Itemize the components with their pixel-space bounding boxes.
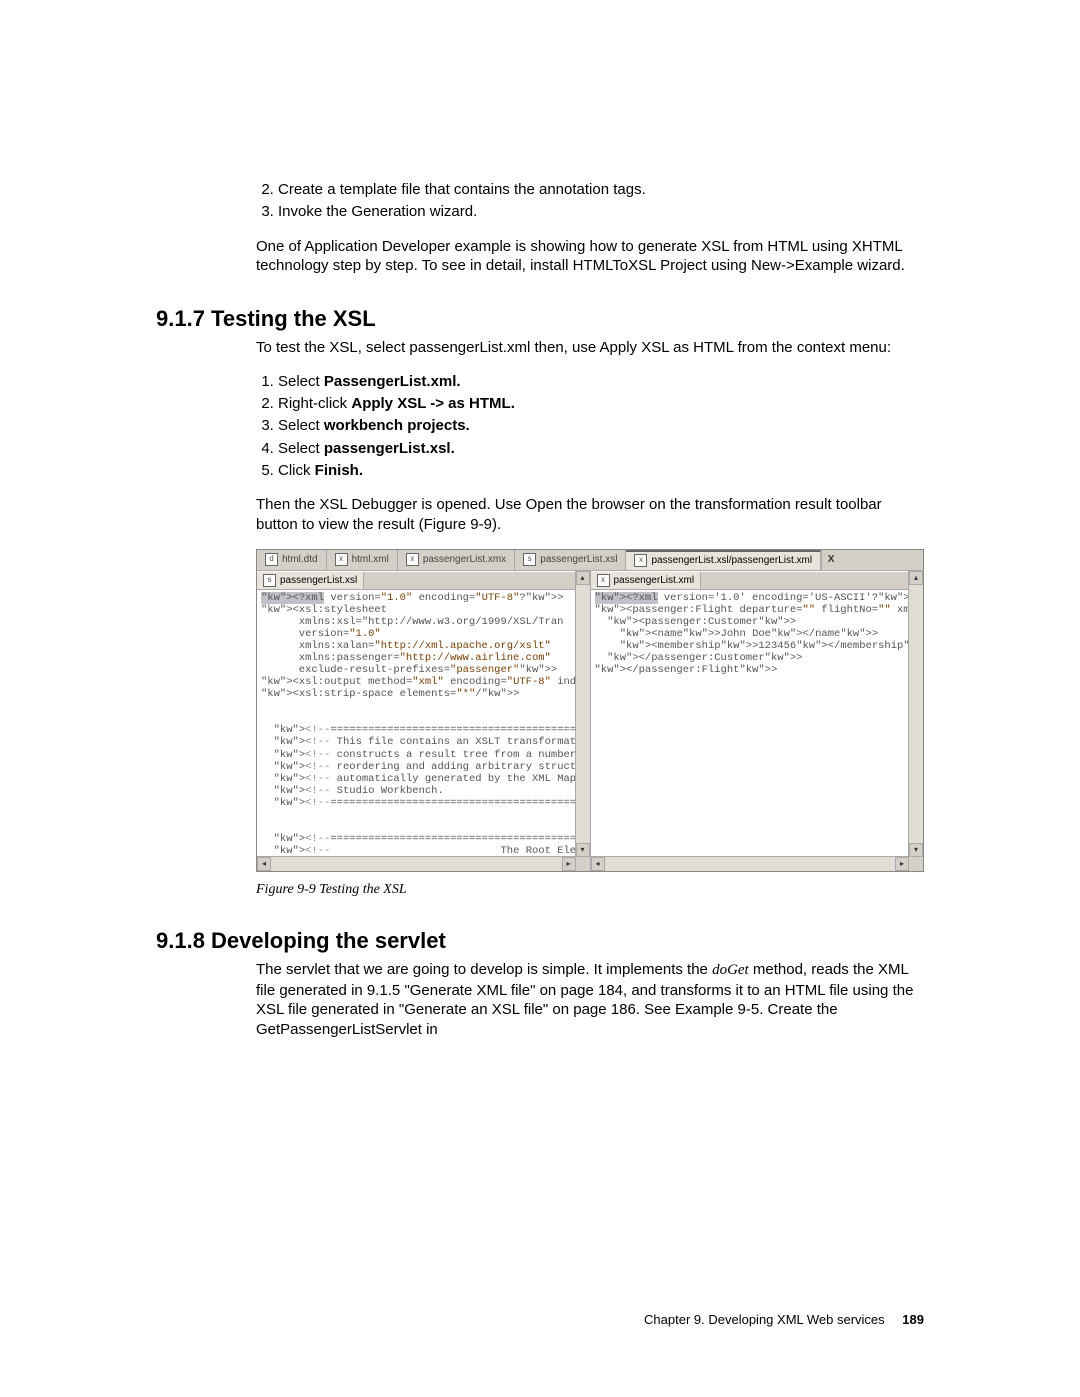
scroll-right-icon[interactable]: ▸: [562, 857, 576, 871]
scroll-down-icon[interactable]: ▾: [576, 843, 590, 857]
tab-passengerlist-xsl[interactable]: spassengerList.xsl: [515, 550, 626, 570]
section-heading-918: 9.1.8 Developing the servlet: [156, 928, 924, 954]
figure-caption: Figure 9-9 Testing the XSL: [256, 882, 924, 898]
right-pane: xpassengerList.xml "kw"><?xml version='1…: [591, 571, 924, 871]
vertical-scrollbar[interactable]: ▴ ▾: [908, 571, 923, 857]
scroll-right-icon[interactable]: ▸: [895, 857, 909, 871]
tab-debug-session[interactable]: xpassengerList.xsl/passengerList.xml: [626, 550, 821, 570]
vertical-scrollbar[interactable]: ▴ ▾: [575, 571, 590, 857]
list-item: Create a template file that contains the…: [278, 180, 924, 200]
file-icon: d: [265, 553, 278, 566]
file-icon: x: [634, 554, 647, 567]
file-icon: x: [406, 553, 419, 566]
scroll-left-icon[interactable]: ◂: [257, 857, 271, 871]
scroll-up-icon[interactable]: ▴: [909, 571, 923, 585]
section-heading-917: 9.1.7 Testing the XSL: [156, 306, 924, 332]
pane-tab-xml[interactable]: xpassengerList.xml: [591, 572, 702, 589]
s918-p1: The servlet that we are going to develop…: [256, 960, 924, 1040]
horizontal-scrollbar[interactable]: ◂ ▸: [591, 856, 910, 871]
s917-steps: Select PassengerList.xml. Right-click Ap…: [256, 372, 924, 481]
scroll-left-icon[interactable]: ◂: [591, 857, 605, 871]
list-item: Select PassengerList.xml.: [278, 372, 924, 392]
page-footer: Chapter 9. Developing XML Web services 1…: [644, 1312, 924, 1327]
s917-intro: To test the XSL, select passengerList.xm…: [256, 338, 924, 358]
file-icon: s: [263, 574, 276, 587]
list-item: Right-click Apply XSL -> as HTML.: [278, 394, 924, 414]
s917-p2: Then the XSL Debugger is opened. Use Ope…: [256, 495, 924, 535]
file-icon: x: [597, 574, 610, 587]
xsl-debugger-window: dhtml.dtd xhtml.xml xpassengerList.xmx s…: [256, 549, 924, 872]
pane-tab-xsl[interactable]: spassengerList.xsl: [257, 572, 364, 589]
file-icon: s: [523, 553, 536, 566]
chapter-label: Chapter 9. Developing XML Web services: [644, 1312, 885, 1327]
intro-paragraph: One of Application Developer example is …: [256, 237, 924, 277]
file-icon: x: [335, 553, 348, 566]
scroll-corner: [575, 856, 590, 871]
list-item: Select passengerList.xsl.: [278, 439, 924, 459]
xsl-source[interactable]: "kw"><?xml version="1.0" encoding="UTF-8…: [257, 590, 590, 871]
list-item: Select workbench projects.: [278, 416, 924, 436]
tab-passengerlist-xmx[interactable]: xpassengerList.xmx: [398, 550, 515, 570]
page-number: 189: [902, 1312, 924, 1327]
scroll-up-icon[interactable]: ▴: [576, 571, 590, 585]
intro-continued-list: Create a template file that contains the…: [256, 180, 924, 223]
scroll-corner: [908, 856, 923, 871]
figure-9-9: dhtml.dtd xhtml.xml xpassengerList.xmx s…: [256, 549, 924, 898]
scroll-down-icon[interactable]: ▾: [909, 843, 923, 857]
list-item: Invoke the Generation wizard.: [278, 202, 924, 222]
editor-tabs: dhtml.dtd xhtml.xml xpassengerList.xmx s…: [257, 550, 923, 571]
close-tab-button[interactable]: X: [821, 550, 840, 570]
horizontal-scrollbar[interactable]: ◂ ▸: [257, 856, 576, 871]
left-pane: spassengerList.xsl "kw"><?xml version="1…: [257, 571, 591, 871]
tab-html-xml[interactable]: xhtml.xml: [327, 550, 398, 570]
list-item: Click Finish.: [278, 461, 924, 481]
tab-html-dtd[interactable]: dhtml.dtd: [257, 550, 327, 570]
xml-source[interactable]: "kw"><?xml version='1.0' encoding='US-AS…: [591, 590, 924, 871]
